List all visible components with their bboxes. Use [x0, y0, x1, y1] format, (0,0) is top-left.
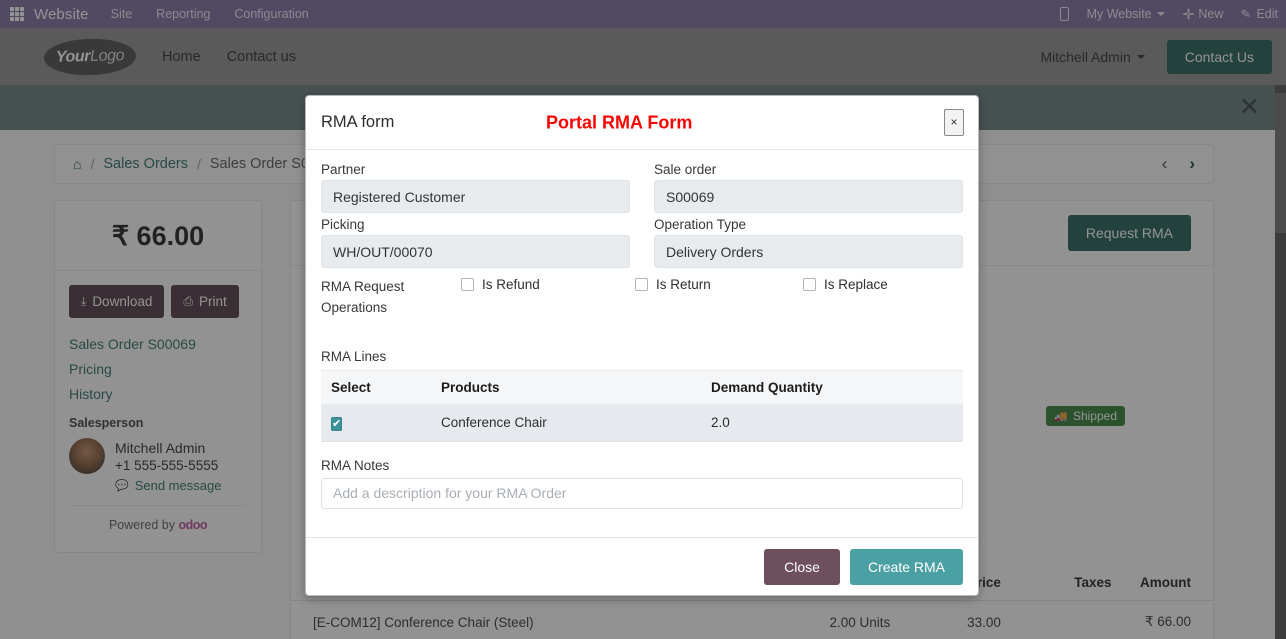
partner-input[interactable]	[321, 180, 630, 213]
row-checkbox-checked-icon[interactable]: ✔	[331, 417, 342, 431]
checkbox-box-icon[interactable]	[635, 278, 648, 291]
field-picking: Picking	[321, 217, 630, 268]
checkbox-is-refund[interactable]: Is Refund	[461, 277, 635, 292]
sale-order-label: Sale order	[654, 162, 963, 177]
field-operation-type: Operation Type	[654, 217, 963, 268]
sale-order-input[interactable]	[654, 180, 963, 213]
field-sale-order: Sale order	[654, 162, 963, 213]
table-header-row: Select Products Demand Quantity	[321, 370, 963, 404]
dialog-footer: Close Create RMA	[306, 537, 978, 595]
dialog-subtitle: Portal RMA Form	[546, 112, 692, 133]
checkbox-is-replace[interactable]: Is Replace	[803, 277, 888, 292]
field-partner: Partner	[321, 162, 630, 213]
app-root: Website Site Reporting Configuration My …	[0, 0, 1286, 639]
rma-lines-label: RMA Lines	[321, 349, 963, 364]
rma-lines-head: Select Products Demand Quantity	[321, 370, 963, 404]
field-row-1: Partner Sale order	[321, 162, 963, 213]
rma-operations-row: RMA Request Operations Is Refund Is Retu…	[321, 277, 963, 319]
col-products: Products	[431, 370, 701, 404]
checkbox-is-return[interactable]: Is Return	[635, 277, 803, 292]
checkbox-is-refund-label: Is Refund	[482, 277, 540, 292]
create-rma-button[interactable]: Create RMA	[850, 549, 963, 585]
field-row-2: Picking Operation Type	[321, 217, 963, 268]
operation-type-input[interactable]	[654, 235, 963, 268]
checkbox-is-replace-label: Is Replace	[824, 277, 888, 292]
rma-form-dialog: RMA form Portal RMA Form × Partner Sale …	[305, 95, 979, 596]
picking-input[interactable]	[321, 235, 630, 268]
rma-notes-input[interactable]	[321, 478, 963, 509]
checkbox-is-return-label: Is Return	[656, 277, 711, 292]
table-row: ✔ Conference Chair 2.0	[321, 404, 963, 441]
picking-label: Picking	[321, 217, 630, 232]
checkbox-box-icon[interactable]	[461, 278, 474, 291]
rma-operations-checkboxes: Is Refund Is Return Is Replace	[461, 277, 963, 292]
dialog-title: RMA form	[321, 113, 394, 132]
cell-select: ✔	[321, 404, 431, 441]
cell-product: Conference Chair	[431, 404, 701, 441]
dialog-header: RMA form Portal RMA Form ×	[306, 96, 978, 150]
checkbox-box-icon[interactable]	[803, 278, 816, 291]
partner-label: Partner	[321, 162, 630, 177]
cell-demand-quantity: 2.0	[701, 404, 963, 441]
rma-operations-label: RMA Request Operations	[321, 277, 461, 319]
dialog-body: Partner Sale order Picking Operation Typ…	[306, 150, 978, 537]
rma-notes-label: RMA Notes	[321, 458, 963, 473]
col-demand-quantity: Demand Quantity	[701, 370, 963, 404]
close-icon[interactable]: ×	[944, 109, 964, 136]
operation-type-label: Operation Type	[654, 217, 963, 232]
rma-lines-body: ✔ Conference Chair 2.0	[321, 404, 963, 441]
rma-lines-table: Select Products Demand Quantity ✔ Confer…	[321, 370, 963, 442]
close-button[interactable]: Close	[764, 549, 840, 585]
col-select: Select	[321, 370, 431, 404]
